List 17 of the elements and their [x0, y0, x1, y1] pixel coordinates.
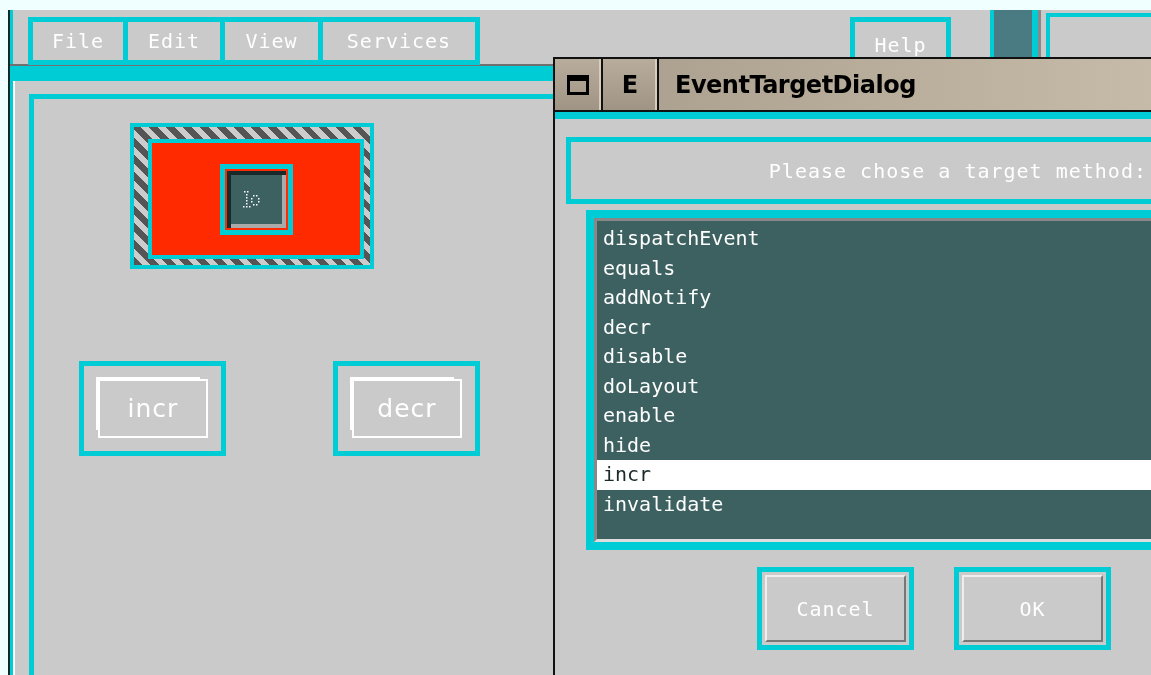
list-item[interactable]: dispatchEvent [597, 224, 1151, 254]
list-item[interactable]: disable [597, 342, 1151, 372]
list-item[interactable]: doLayout [597, 371, 1151, 401]
list-item[interactable]: hide [597, 430, 1151, 460]
title-menu-button[interactable]: E [603, 59, 659, 110]
window-title: EventTargetDialog [674, 70, 916, 99]
list-item[interactable]: invalidate [597, 489, 1151, 519]
list-item[interactable]: equals [597, 253, 1151, 283]
bean-button[interactable] [219, 163, 293, 235]
list-item[interactable]: addNotify [597, 283, 1151, 313]
window-menu-button[interactable] [555, 59, 603, 110]
window-icon [567, 74, 589, 95]
selected-component[interactable] [130, 123, 374, 269]
list-item[interactable]: enable [597, 401, 1151, 431]
bean-icon [242, 189, 262, 209]
list-item[interactable]: incr [597, 460, 1151, 490]
list-item[interactable]: decr [597, 312, 1151, 342]
